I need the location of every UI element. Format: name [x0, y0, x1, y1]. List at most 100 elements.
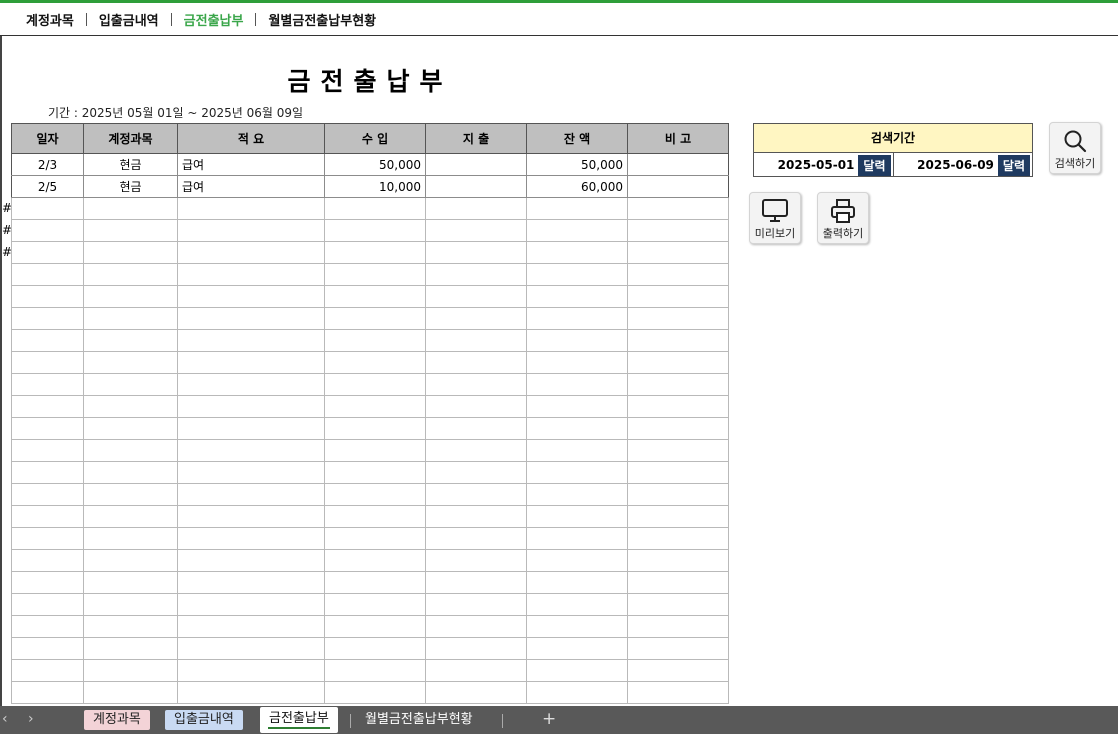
- cell-account[interactable]: [83, 241, 178, 264]
- end-date-field[interactable]: 2025-06-09: [917, 158, 994, 172]
- cell-account[interactable]: [83, 285, 178, 308]
- cell-account[interactable]: [83, 681, 178, 704]
- cell-date[interactable]: [11, 593, 84, 616]
- cell-memo[interactable]: [177, 483, 325, 506]
- cell-account[interactable]: [83, 351, 178, 374]
- cell-note[interactable]: [627, 681, 729, 704]
- cell-date[interactable]: [11, 263, 84, 286]
- cell-account[interactable]: [83, 505, 178, 528]
- cell-note[interactable]: [627, 153, 729, 176]
- cell-expense[interactable]: [425, 593, 527, 616]
- cell-income[interactable]: [324, 461, 426, 484]
- cell-income[interactable]: [324, 549, 426, 572]
- cell-income[interactable]: [324, 373, 426, 396]
- cell-note[interactable]: [627, 351, 729, 374]
- start-calendar-button[interactable]: 달력: [858, 154, 891, 176]
- cell-expense[interactable]: [425, 571, 527, 594]
- cell-income[interactable]: [324, 351, 426, 374]
- cell-expense[interactable]: [425, 285, 527, 308]
- cell-income[interactable]: 10,000: [324, 175, 426, 198]
- cell-date[interactable]: [11, 659, 84, 682]
- cell-balance[interactable]: [526, 527, 628, 550]
- cell-account[interactable]: [83, 527, 178, 550]
- cell-note[interactable]: [627, 373, 729, 396]
- cell-note[interactable]: [627, 505, 729, 528]
- cell-date[interactable]: [11, 505, 84, 528]
- cell-note[interactable]: [627, 241, 729, 264]
- cell-income[interactable]: [324, 241, 426, 264]
- cell-balance[interactable]: [526, 615, 628, 638]
- cell-account[interactable]: [83, 395, 178, 418]
- cell-balance[interactable]: [526, 263, 628, 286]
- cell-account[interactable]: [83, 549, 178, 572]
- cell-account[interactable]: [83, 373, 178, 396]
- cell-note[interactable]: [627, 329, 729, 352]
- cell-date[interactable]: [11, 241, 84, 264]
- cell-memo[interactable]: [177, 527, 325, 550]
- cell-balance[interactable]: [526, 373, 628, 396]
- cell-expense[interactable]: [425, 373, 527, 396]
- cell-income[interactable]: [324, 439, 426, 462]
- cell-income[interactable]: [324, 417, 426, 440]
- tab-scroll-prev[interactable]: ‹: [2, 711, 8, 727]
- sheet-tab-cashbook[interactable]: 금전출납부: [260, 707, 338, 733]
- cell-date[interactable]: [11, 395, 84, 418]
- cell-income[interactable]: [324, 615, 426, 638]
- cell-account[interactable]: [83, 659, 178, 682]
- cell-balance[interactable]: [526, 307, 628, 330]
- cell-expense[interactable]: [425, 483, 527, 506]
- cell-note[interactable]: [627, 175, 729, 198]
- cell-memo[interactable]: 급여: [177, 175, 325, 198]
- search-button[interactable]: 검색하기: [1049, 122, 1101, 174]
- cell-date[interactable]: [11, 483, 84, 506]
- cell-income[interactable]: [324, 219, 426, 242]
- cell-expense[interactable]: [425, 659, 527, 682]
- cell-date[interactable]: 2/3: [11, 153, 84, 176]
- cell-income[interactable]: [324, 659, 426, 682]
- cell-date[interactable]: [11, 637, 84, 660]
- cell-balance[interactable]: [526, 219, 628, 242]
- cell-expense[interactable]: [425, 263, 527, 286]
- cell-balance[interactable]: 50,000: [526, 153, 628, 176]
- cell-date[interactable]: [11, 197, 84, 220]
- cell-income[interactable]: [324, 593, 426, 616]
- cell-expense[interactable]: [425, 395, 527, 418]
- cell-income[interactable]: [324, 505, 426, 528]
- cell-memo[interactable]: [177, 307, 325, 330]
- cell-expense[interactable]: [425, 417, 527, 440]
- cell-memo[interactable]: [177, 439, 325, 462]
- cell-account[interactable]: [83, 637, 178, 660]
- cell-income[interactable]: [324, 329, 426, 352]
- cell-note[interactable]: [627, 615, 729, 638]
- cell-date[interactable]: [11, 351, 84, 374]
- cell-balance[interactable]: [526, 571, 628, 594]
- sheet-tab-monthly-status[interactable]: 월별금전출납부현황: [356, 710, 482, 730]
- cell-note[interactable]: [627, 395, 729, 418]
- cell-note[interactable]: [627, 307, 729, 330]
- cell-note[interactable]: [627, 549, 729, 572]
- cell-expense[interactable]: [425, 307, 527, 330]
- cell-income[interactable]: [324, 197, 426, 220]
- cell-memo[interactable]: [177, 329, 325, 352]
- cell-income[interactable]: [324, 483, 426, 506]
- cell-note[interactable]: [627, 637, 729, 660]
- cell-expense[interactable]: [425, 241, 527, 264]
- cell-memo[interactable]: [177, 351, 325, 374]
- print-button[interactable]: 출력하기: [817, 192, 869, 244]
- cell-memo[interactable]: [177, 285, 325, 308]
- cell-balance[interactable]: [526, 197, 628, 220]
- cell-balance[interactable]: [526, 351, 628, 374]
- cell-income[interactable]: [324, 285, 426, 308]
- cell-date[interactable]: [11, 527, 84, 550]
- cell-balance[interactable]: [526, 285, 628, 308]
- cell-note[interactable]: [627, 197, 729, 220]
- cell-income[interactable]: 50,000: [324, 153, 426, 176]
- cell-date[interactable]: [11, 681, 84, 704]
- cell-memo[interactable]: [177, 461, 325, 484]
- cell-date[interactable]: [11, 307, 84, 330]
- cell-account[interactable]: [83, 615, 178, 638]
- cell-balance[interactable]: [526, 439, 628, 462]
- cell-date[interactable]: [11, 329, 84, 352]
- cell-note[interactable]: [627, 417, 729, 440]
- cell-account[interactable]: [83, 593, 178, 616]
